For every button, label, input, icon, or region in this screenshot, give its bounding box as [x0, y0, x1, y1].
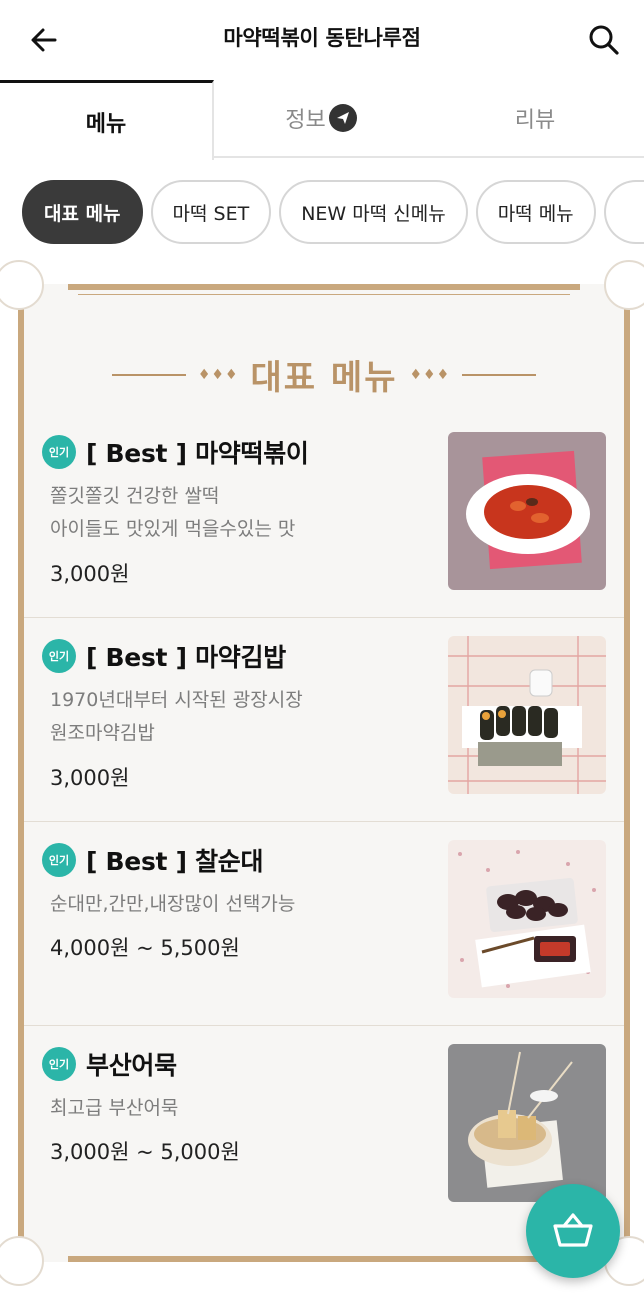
frame-corner — [604, 260, 644, 310]
popular-badge: 인기 — [42, 1047, 76, 1081]
item-description: 쫄깃쫄깃 건강한 쌀떡 — [50, 485, 220, 507]
item-photo — [448, 636, 606, 794]
app-header: 마약떡볶이 동탄나루점 — [0, 0, 644, 80]
search-button[interactable] — [582, 18, 626, 62]
send-badge-icon — [328, 104, 357, 132]
frame-bottom — [68, 1256, 580, 1262]
ornament-line — [111, 373, 186, 376]
ornament-diamonds: ♦♦♦ — [197, 366, 239, 383]
menu-item[interactable]: 인기 부산어묵 최고급 부산어묵 3,000원 ~ 5,000원 — [24, 1026, 624, 1230]
ornament-diamonds: ♦♦♦ — [409, 366, 451, 383]
item-header: 인기 [ Best ] 마약김밥 — [42, 638, 286, 674]
chip-more[interactable] — [603, 180, 644, 244]
item-price: 3,000원 ~ 5,000원 — [50, 1140, 240, 1164]
item-name: [ Best ] 마약김밥 — [86, 643, 286, 672]
item-description: 원조마약김밥 — [50, 722, 155, 744]
tab-label: 메뉴 — [85, 111, 127, 137]
ornament-line — [462, 373, 537, 376]
tab-reviews[interactable]: 리뷰 — [428, 80, 642, 156]
item-photo — [448, 432, 606, 590]
frame-top-inner — [78, 294, 570, 295]
frame-corner — [0, 260, 44, 310]
item-header: 인기 [ Best ] 찰순대 — [42, 842, 264, 878]
item-photo — [448, 840, 606, 998]
section-title-text: 대표 메뉴 — [250, 358, 398, 398]
tab-menu[interactable]: 메뉴 — [0, 80, 214, 160]
popular-badge: 인기 — [42, 639, 76, 673]
cart-button[interactable] — [526, 1184, 620, 1278]
menu-item[interactable]: 인기 [ Best ] 마약떡볶이 쫄깃쫄깃 건강한 쌀떡 아이들도 맛있게 먹… — [24, 414, 624, 618]
tab-info[interactable]: 정보 — [214, 80, 428, 156]
item-price: 3,000원 — [50, 562, 130, 586]
item-price: 3,000원 — [50, 766, 130, 790]
item-header: 인기 [ Best ] 마약떡볶이 — [42, 434, 309, 470]
chip-menu[interactable]: 마떡 메뉴 — [475, 180, 596, 244]
item-description: 최고급 부산어묵 — [50, 1097, 179, 1119]
tab-label: 리뷰 — [514, 108, 556, 133]
item-description: 1970년대부터 시작된 광장시장 — [50, 689, 303, 711]
section-title: ♦♦♦ 대표 메뉴 ♦♦♦ — [24, 350, 624, 399]
item-header: 인기 부산어묵 — [42, 1046, 177, 1082]
search-icon — [589, 25, 619, 55]
item-description: 아이들도 맛있게 먹을수있는 맛 — [50, 518, 296, 540]
item-price: 4,000원 ~ 5,500원 — [50, 936, 240, 960]
menu-board: ♦♦♦ 대표 메뉴 ♦♦♦ 인기 [ Best ] 마약떡볶이 쫄깃쫄깃 건강한… — [0, 260, 644, 1286]
frame-top — [68, 284, 580, 290]
item-name: 부산어묵 — [86, 1051, 177, 1080]
popular-badge: 인기 — [42, 435, 76, 469]
chip-new[interactable]: NEW 마떡 신메뉴 — [279, 180, 468, 244]
item-name: [ Best ] 찰순대 — [86, 847, 264, 876]
basket-icon — [553, 1213, 593, 1247]
item-name: [ Best ] 마약떡볶이 — [86, 439, 309, 468]
popular-badge: 인기 — [42, 843, 76, 877]
chip-representative[interactable]: 대표 메뉴 — [22, 180, 143, 244]
tab-bar: 메뉴 정보 리뷰 — [0, 80, 644, 160]
category-chips: 대표 메뉴 마떡 SET NEW 마떡 신메뉴 마떡 메뉴 — [22, 180, 644, 244]
page-title: 마약떡볶이 동탄나루점 — [223, 26, 421, 50]
chip-set[interactable]: 마떡 SET — [150, 180, 272, 244]
frame-corner — [0, 1236, 44, 1286]
item-description: 순대만,간만,내장많이 선택가능 — [50, 893, 296, 915]
tab-label: 정보 — [285, 108, 326, 133]
menu-item[interactable]: 인기 [ Best ] 찰순대 순대만,간만,내장많이 선택가능 4,000원 … — [24, 822, 624, 1026]
menu-item[interactable]: 인기 [ Best ] 마약김밥 1970년대부터 시작된 광장시장 원조마약김… — [24, 618, 624, 822]
item-photo — [448, 1044, 606, 1202]
